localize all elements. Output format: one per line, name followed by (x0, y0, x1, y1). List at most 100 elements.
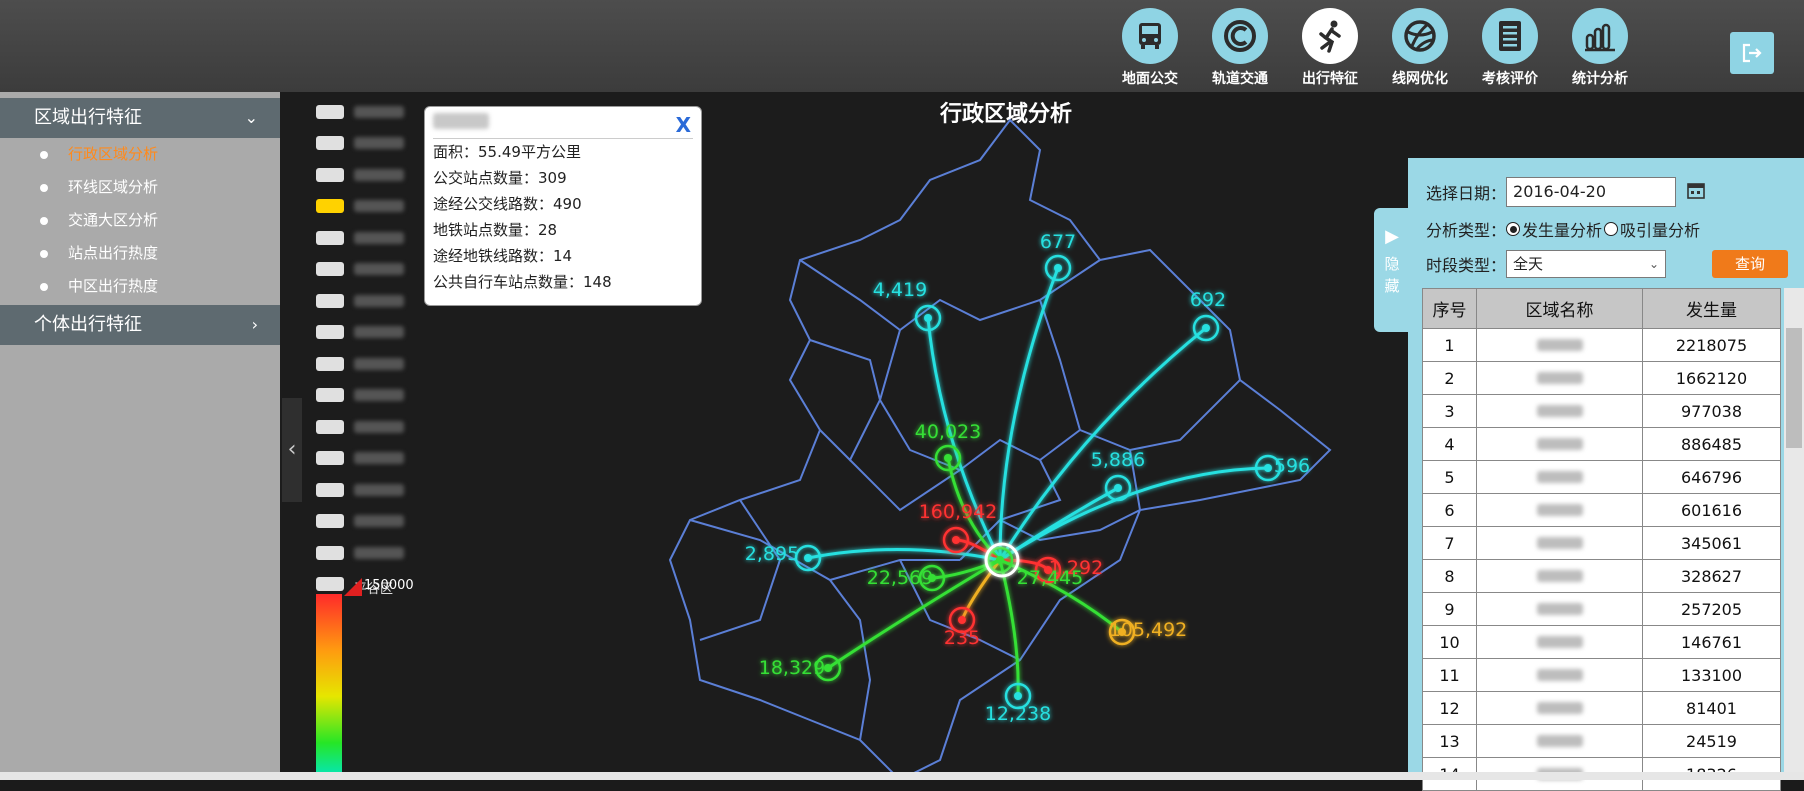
chevron-right-icon: › (251, 315, 258, 334)
district-swatch[interactable] (316, 136, 344, 151)
nav-statistics[interactable]: 统计分析 (1560, 8, 1640, 88)
district-swatch[interactable] (316, 325, 344, 340)
row-index: 3 (1422, 394, 1477, 428)
district-row[interactable] (316, 506, 436, 538)
table-row[interactable]: 2 1662120 (1422, 361, 1781, 395)
flow-value-label: 160,942 (919, 501, 998, 523)
district-swatch[interactable] (316, 388, 344, 403)
radio-attract[interactable]: 吸引量分析 (1604, 217, 1700, 241)
scrollbar-thumb[interactable] (1786, 328, 1802, 448)
bullet-icon (40, 183, 48, 192)
district-swatch[interactable] (316, 104, 344, 119)
district-row[interactable] (316, 380, 436, 412)
district-row[interactable] (316, 411, 436, 443)
close-button[interactable]: X (676, 113, 691, 137)
sidebar: 区域出行特征 ⌄ 行政区域分析 环线区域分析 交通大区分析 站点出行热度 中区出… (0, 92, 280, 780)
row-index: 1 (1422, 328, 1477, 362)
district-row[interactable] (316, 128, 436, 160)
sidebar-item-zone-heat[interactable]: 中区出行热度 (0, 270, 280, 303)
chevron-down-icon: ⌄ (1648, 257, 1660, 271)
flow-value-label: 22,569 (867, 567, 933, 589)
sidebar-item-ring-region[interactable]: 环线区域分析 (0, 171, 280, 204)
logout-button[interactable] (1730, 32, 1774, 74)
bar-chart-icon (1572, 8, 1628, 64)
sidebar-item-label: 环线区域分析 (68, 178, 159, 196)
nav-network[interactable]: 线网优化 (1380, 8, 1460, 88)
district-swatch[interactable] (316, 356, 344, 371)
sidebar-item-admin-region[interactable]: 行政区域分析 (0, 138, 280, 171)
table-row[interactable]: 9 257205 (1422, 592, 1781, 626)
sidebar-item-station-heat[interactable]: 站点出行热度 (0, 237, 280, 270)
district-name-blurred (354, 326, 404, 339)
sidebar-section-individual[interactable]: 个体出行特征 › (0, 305, 280, 345)
column-header[interactable]: 区域名称 (1476, 288, 1643, 329)
nav-evaluation[interactable]: 考核评价 (1470, 8, 1550, 88)
district-row[interactable] (316, 191, 436, 223)
generation-value: 646796 (1642, 460, 1781, 494)
table-header-row: 序号 区域名称 发生量 (1422, 288, 1781, 329)
district-row[interactable] (316, 222, 436, 254)
nav-bus[interactable]: 地面公交 (1110, 8, 1190, 88)
radio-label: 吸引量分析 (1620, 221, 1701, 240)
nav-label: 线网优化 (1392, 71, 1448, 87)
table-row[interactable]: 12 81401 (1422, 691, 1781, 725)
table-row[interactable]: 10 146761 (1422, 625, 1781, 659)
nav-travel[interactable]: 出行特征 (1290, 8, 1370, 88)
sidebar-item-traffic-zone[interactable]: 交通大区分析 (0, 204, 280, 237)
district-swatch[interactable] (316, 293, 344, 308)
district-swatch[interactable] (316, 230, 344, 245)
district-row[interactable] (316, 474, 436, 506)
district-swatch[interactable] (316, 199, 344, 214)
flow-node-dot (804, 554, 812, 562)
table-row[interactable]: 8 328627 (1422, 559, 1781, 593)
play-icon: ▶ (1385, 226, 1399, 247)
district-swatch[interactable] (316, 167, 344, 182)
district-row[interactable] (316, 443, 436, 475)
district-name-blurred (354, 105, 404, 118)
district-row[interactable] (316, 159, 436, 191)
generation-value: 345061 (1642, 526, 1781, 560)
generation-value: 601616 (1642, 493, 1781, 527)
row-index: 9 (1422, 592, 1477, 626)
district-swatch[interactable] (316, 451, 344, 466)
sidebar-section-region[interactable]: 区域出行特征 ⌄ (0, 98, 280, 138)
district-swatch[interactable] (316, 577, 344, 592)
district-swatch[interactable] (316, 545, 344, 560)
nav-metro[interactable]: 轨道交通 (1200, 8, 1280, 88)
table-row[interactable]: 7 345061 (1422, 526, 1781, 560)
generation-value: 146761 (1642, 625, 1781, 659)
date-input[interactable]: 2016-04-20 (1506, 177, 1677, 207)
district-name-blurred (354, 294, 404, 307)
radio-generate[interactable]: 发生量分析 (1506, 217, 1602, 241)
district-swatch[interactable] (316, 262, 344, 277)
table-row[interactable]: 5 646796 (1422, 460, 1781, 494)
district-name-blurred (354, 200, 404, 213)
table-row[interactable]: 4 886485 (1422, 427, 1781, 461)
date-label: 选择日期： (1426, 184, 1507, 203)
table-row[interactable]: 3 977038 (1422, 394, 1781, 428)
sidebar-item-label: 站点出行热度 (68, 244, 159, 262)
table-row[interactable]: 13 24519 (1422, 724, 1781, 758)
column-header[interactable]: 发生量 (1642, 288, 1781, 329)
district-row[interactable] (316, 537, 436, 569)
district-swatch[interactable] (316, 419, 344, 434)
district-row[interactable] (316, 254, 436, 286)
district-row[interactable] (316, 96, 436, 128)
bullet-icon (40, 150, 48, 159)
district-row[interactable] (316, 285, 436, 317)
district-row[interactable] (316, 317, 436, 349)
table-row[interactable]: 6 601616 (1422, 493, 1781, 527)
period-select[interactable]: 全天 ⌄ (1506, 250, 1667, 278)
hide-panel-tab[interactable]: ▶ 隐藏 (1374, 208, 1410, 332)
district-row[interactable] (316, 348, 436, 380)
query-button[interactable]: 查询 (1712, 250, 1788, 278)
nav-label: 统计分析 (1572, 71, 1628, 87)
table-row[interactable]: 11 133100 (1422, 658, 1781, 692)
district-swatch[interactable] (316, 482, 344, 497)
nav-label: 考核评价 (1482, 71, 1538, 87)
district-swatch[interactable] (316, 514, 344, 529)
table-row[interactable]: 1 2218075 (1422, 328, 1781, 362)
calendar-icon[interactable] (1686, 180, 1706, 204)
section-label: 区域出行特征 (34, 107, 142, 128)
column-header[interactable]: 序号 (1422, 288, 1477, 329)
